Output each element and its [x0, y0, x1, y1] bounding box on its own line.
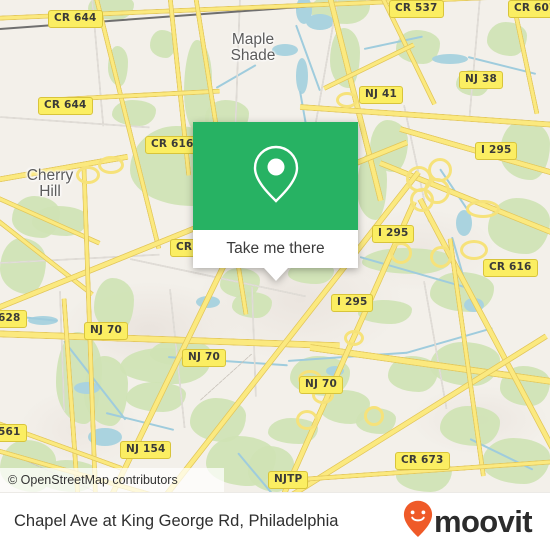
road-shield: CR 673 — [395, 452, 450, 470]
road-shield: CR 644 — [48, 10, 103, 28]
popup-header — [193, 122, 358, 230]
footer-bar: Chapel Ave at King George Rd, Philadelph… — [0, 492, 550, 550]
road-shield: NJ 38 — [459, 71, 503, 89]
road-shield: I 295 — [372, 225, 415, 243]
location-title: Chapel Ave at King George Rd, Philadelph… — [14, 512, 339, 530]
road-shield: NJ 154 — [120, 441, 172, 459]
map-interchange-ramp — [430, 246, 452, 268]
road-shield: CR 644 — [38, 97, 93, 115]
place-label: Maple Shade — [230, 31, 276, 64]
map-interchange-ramp — [410, 188, 434, 212]
take-me-there-label: Take me there — [226, 240, 325, 257]
map-interchange-ramp — [98, 156, 124, 174]
popup-tail — [263, 268, 288, 281]
road-shield: NJ 70 — [84, 322, 128, 340]
map-interchange-ramp — [466, 200, 500, 218]
map-interchange-ramp — [336, 92, 358, 108]
take-me-there-button[interactable]: Take me there — [193, 230, 358, 268]
road-shield: CR 616 — [483, 259, 538, 277]
map-interchange-ramp — [296, 410, 318, 430]
map-green-area — [112, 100, 156, 126]
map-interchange-ramp — [344, 330, 364, 346]
map-water — [296, 58, 308, 94]
map-water — [432, 54, 468, 64]
map-attribution[interactable]: © OpenStreetMap contributors — [0, 468, 224, 492]
road-shield: I 295 — [331, 294, 374, 312]
moovit-logo[interactable]: moovit — [403, 500, 533, 543]
road-shield: I 295 — [475, 142, 518, 160]
road-shield: 628 — [0, 310, 27, 328]
place-label: Cherry Hill — [26, 167, 74, 200]
screenshot-root: Maple Shade Cherry Hill CR 644 CR 537 CR… — [0, 0, 550, 550]
map-interchange-ramp — [428, 158, 452, 182]
map-water — [306, 14, 334, 30]
road-shield: CR 537 — [389, 0, 444, 18]
moovit-wordmark: moovit — [433, 504, 533, 539]
map-interchange-ramp — [364, 406, 384, 426]
map-green-area — [0, 238, 46, 294]
road-shield: CR 607 — [508, 0, 550, 18]
road-shield: NJ 70 — [299, 376, 343, 394]
road-shield: CR 616 — [145, 136, 200, 154]
map-pin-icon — [250, 143, 302, 210]
road-shield: NJTP — [268, 471, 309, 489]
road-shield: NJ 70 — [182, 349, 226, 367]
road-shield: 561 — [0, 424, 27, 442]
moovit-pin-icon — [403, 500, 433, 543]
destination-popup[interactable]: Take me there — [193, 122, 358, 281]
road-shield: NJ 41 — [359, 86, 403, 104]
map-canvas[interactable]: Maple Shade Cherry Hill CR 644 CR 537 CR… — [0, 0, 550, 492]
map-interchange-ramp — [390, 242, 412, 264]
map-interchange-ramp — [460, 240, 488, 260]
